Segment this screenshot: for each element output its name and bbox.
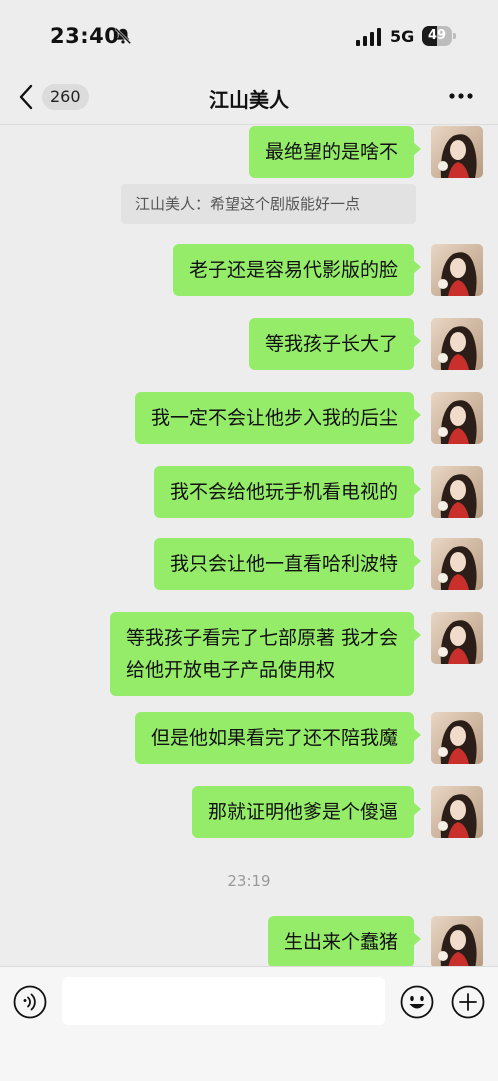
message-bubble[interactable]: 等我孩子看完了七部原著 我才会 给他开放电子产品使用权 [109,612,422,696]
signal-icon [356,28,381,46]
message-bubble[interactable]: 我只会让他一直看哈利波特 [153,538,422,590]
battery-level: 49 [427,28,447,43]
avatar[interactable] [431,786,483,838]
avatar[interactable] [431,916,483,966]
message-bubble[interactable]: 但是他如果看完了还不陪我魔 [134,712,422,764]
avatar[interactable] [431,538,483,590]
message-bubble[interactable]: 最绝望的是啥不 [248,126,422,178]
message-bubble[interactable]: 等我孩子长大了 [248,318,422,370]
battery-icon: 49 [422,26,458,46]
input-bar [0,966,498,1081]
emoji-icon[interactable] [400,985,434,1019]
avatar[interactable] [431,612,483,664]
unread-count-badge[interactable]: 260 [42,84,89,110]
avatar[interactable] [431,126,483,178]
message-bubble[interactable]: 我不会给他玩手机看电视的 [153,466,422,518]
message-input[interactable] [62,977,385,1025]
bell-slash-icon [114,27,132,45]
message-bubble[interactable]: 生出来个蠢猪 [267,916,422,966]
chat-title: 江山美人 [209,88,289,112]
quoted-message[interactable]: 江山美人：希望这个剧版能好一点 [121,184,416,224]
chevron-left-icon[interactable] [18,84,34,110]
avatar[interactable] [431,392,483,444]
message-timestamp: 23:19 [227,872,271,890]
message-bubble[interactable]: 我一定不会让他步入我的后尘 [134,392,422,444]
avatar[interactable] [431,712,483,764]
more-icon[interactable] [446,88,476,104]
voice-icon[interactable] [13,985,47,1019]
message-bubble[interactable]: 老子还是容易代影版的脸 [172,244,422,296]
network-label: 5G [390,27,415,46]
avatar[interactable] [431,318,483,370]
chat-header: 260 江山美人 [0,72,498,125]
plus-icon[interactable] [451,985,485,1019]
status-bar: 23:40 5G 49 [0,0,498,72]
message-list[interactable]: 最绝望的是啥不江山美人：希望这个剧版能好一点老子还是容易代影版的脸等我孩子长大了… [0,124,498,966]
avatar[interactable] [431,244,483,296]
message-bubble[interactable]: 那就证明他爹是个傻逼 [191,786,422,838]
status-time: 23:40 [50,24,120,48]
avatar[interactable] [431,466,483,518]
